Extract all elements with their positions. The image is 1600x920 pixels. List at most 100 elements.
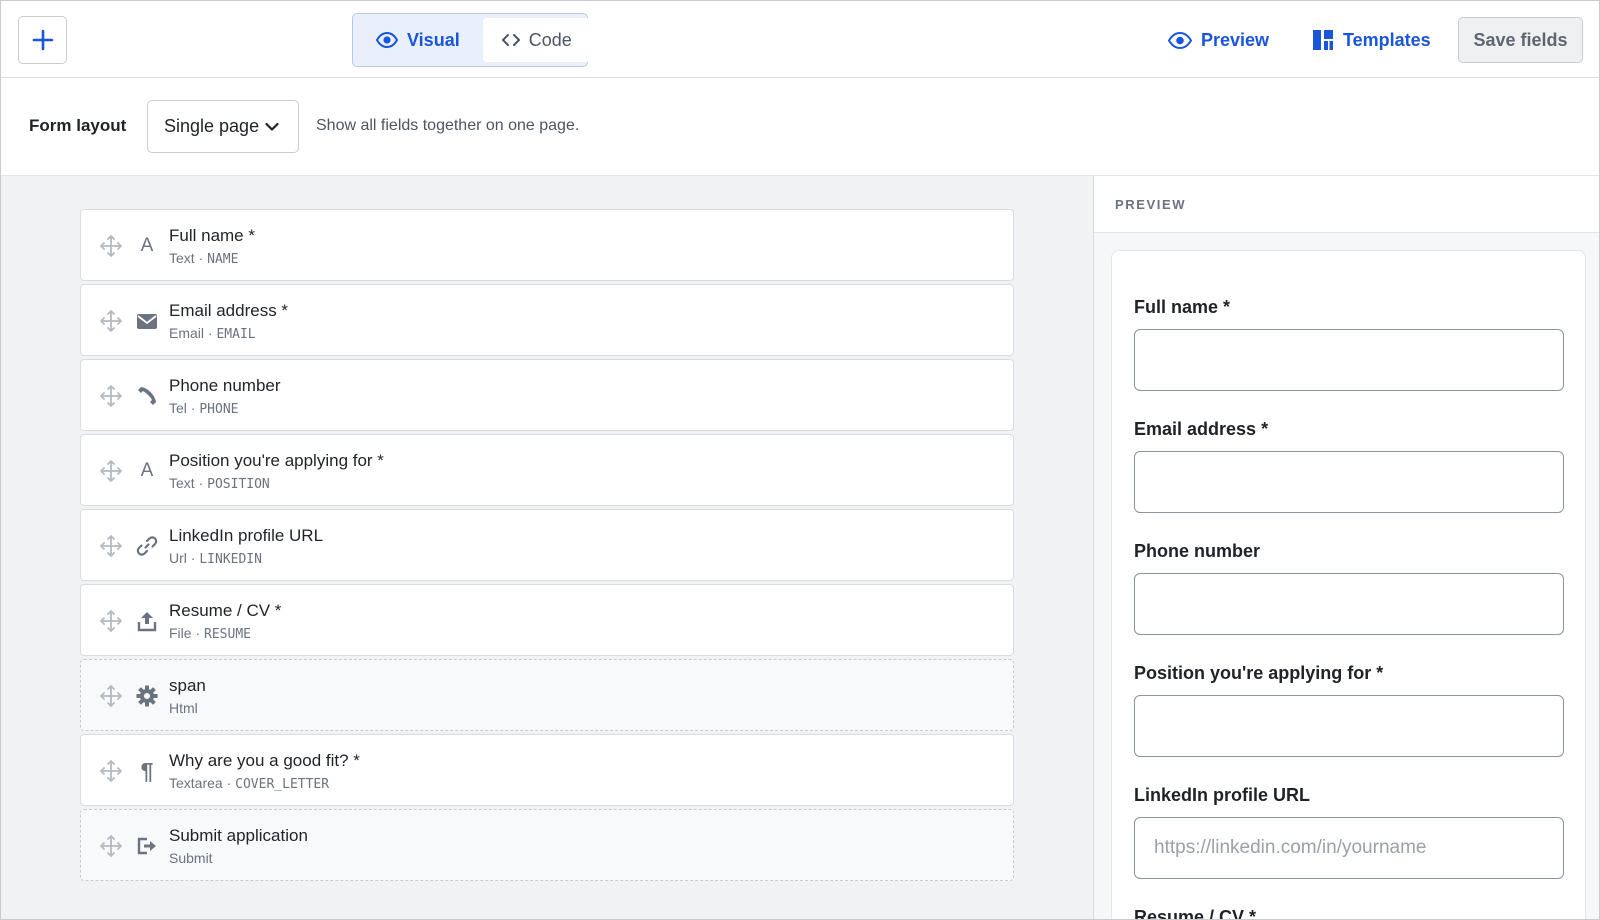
- field-row[interactable]: A Full name * Text · NAME: [80, 209, 1014, 281]
- field-title: Resume / CV *: [169, 601, 282, 620]
- mode-visual-button[interactable]: Visual: [357, 18, 479, 62]
- field-title: Phone number: [169, 376, 281, 395]
- add-field-button[interactable]: [18, 16, 67, 64]
- field-key: POSITION: [207, 477, 270, 492]
- text-icon: A: [140, 235, 154, 256]
- plus-icon: [32, 29, 53, 51]
- preview-position-input[interactable]: [1134, 695, 1564, 757]
- mode-visual-label: Visual: [407, 29, 460, 50]
- field-key: NAME: [207, 252, 239, 267]
- phone-icon: [135, 383, 159, 409]
- field-row[interactable]: span Html: [80, 659, 1014, 731]
- field-title: Why are you a good fit? *: [169, 751, 360, 770]
- editor-mode-toggle: Visual Code: [352, 13, 591, 67]
- linkedin-placeholder: https://linkedin.com/in/yourname: [1154, 837, 1427, 858]
- mode-code-button[interactable]: Code: [482, 18, 591, 62]
- field-type: Text: [169, 475, 195, 491]
- field-meta: Email · EMAIL: [169, 325, 256, 342]
- envelope-icon: [135, 308, 159, 334]
- paragraph-icon: ¶: [140, 757, 154, 784]
- field-key: EMAIL: [216, 327, 256, 342]
- preview-panel: PREVIEW Full name * Email address * Phon…: [1093, 176, 1599, 920]
- preview-heading: PREVIEW: [1115, 197, 1187, 212]
- form-layout-bar: Form layout Single page Show all fields …: [1, 78, 1599, 176]
- field-title: Full name *: [169, 226, 255, 245]
- eye-icon: [1168, 31, 1192, 49]
- preview-email-input[interactable]: [1134, 451, 1564, 513]
- mode-code-label: Code: [528, 29, 572, 50]
- field-key: LINKEDIN: [199, 552, 262, 567]
- preview-field-label: LinkedIn profile URL: [1134, 785, 1311, 805]
- field-meta: Url · LINKEDIN: [169, 550, 262, 567]
- field-type: Text: [169, 250, 195, 266]
- save-fields-button[interactable]: Save fields: [1458, 17, 1583, 63]
- field-row[interactable]: ¶ Why are you a good fit? * Textarea · C…: [80, 734, 1014, 806]
- field-meta: Textarea · COVER_LETTER: [169, 775, 330, 792]
- text-icon: A: [140, 460, 154, 481]
- chevron-down-icon: [265, 122, 279, 131]
- drag-handle-icon[interactable]: [99, 459, 123, 483]
- submit-icon: [135, 833, 159, 859]
- drag-handle-icon[interactable]: [99, 234, 123, 258]
- field-type: Email: [169, 325, 205, 341]
- field-row[interactable]: A Position you're applying for * Text · …: [80, 434, 1014, 506]
- field-key: COVER_LETTER: [235, 777, 330, 792]
- code-icon: [501, 34, 520, 46]
- drag-handle-icon[interactable]: [99, 759, 123, 783]
- field-type: Html: [169, 700, 198, 716]
- drag-handle-icon[interactable]: [99, 684, 123, 708]
- field-title: LinkedIn profile URL: [169, 526, 324, 545]
- form-layout-help: Show all fields together on one page.: [316, 117, 580, 134]
- field-title: Position you're applying for *: [169, 451, 384, 470]
- field-type: Tel: [169, 400, 187, 416]
- link-icon: [135, 533, 159, 559]
- preview-header: PREVIEW: [1094, 176, 1599, 233]
- preview-phone-input[interactable]: [1134, 573, 1564, 635]
- field-type: Submit: [169, 850, 213, 866]
- field-row[interactable]: LinkedIn profile URL Url · LINKEDIN: [80, 509, 1014, 581]
- gear-icon: [135, 683, 159, 709]
- field-key: RESUME: [204, 627, 251, 642]
- field-title: span: [169, 676, 206, 695]
- templates-grid-icon: [1313, 30, 1333, 50]
- preview-field-label: Resume / CV *: [1134, 907, 1257, 920]
- templates-button-label: Templates: [1343, 29, 1431, 50]
- field-row[interactable]: Submit application Submit: [80, 809, 1014, 881]
- form-layout-selected-value: Single page: [164, 116, 260, 136]
- templates-button[interactable]: Templates: [1312, 23, 1431, 57]
- preview-field-label: Phone number: [1134, 541, 1261, 561]
- preview-form-card: Full name * Email address * Phone number…: [1111, 250, 1586, 920]
- field-list-canvas: A Full name * Text · NAME Email address …: [1, 176, 1093, 919]
- preview-field-label: Position you're applying for *: [1134, 663, 1384, 683]
- upload-icon: [135, 608, 159, 634]
- field-title: Email address *: [169, 301, 289, 320]
- top-toolbar: Visual Code Preview Templates Save field…: [1, 1, 1599, 78]
- field-row[interactable]: Email address * Email · EMAIL: [80, 284, 1014, 356]
- drag-handle-icon[interactable]: [99, 384, 123, 408]
- eye-icon: [376, 32, 398, 48]
- drag-handle-icon[interactable]: [99, 834, 123, 858]
- field-meta: Text · POSITION: [169, 475, 270, 492]
- field-meta: Tel · PHONE: [169, 400, 239, 417]
- preview-button[interactable]: Preview: [1168, 23, 1269, 57]
- form-layout-label: Form layout: [29, 116, 127, 135]
- field-meta: File · RESUME: [169, 625, 251, 642]
- field-meta: Text · NAME: [169, 250, 239, 267]
- field-key: PHONE: [199, 402, 239, 417]
- preview-full-name-input[interactable]: [1134, 329, 1564, 391]
- field-meta: Submit: [169, 850, 213, 866]
- field-row[interactable]: Resume / CV * File · RESUME: [80, 584, 1014, 656]
- field-type: Url: [169, 550, 187, 566]
- field-meta: Html: [169, 700, 198, 716]
- preview-field-label: Full name *: [1134, 297, 1231, 317]
- drag-handle-icon[interactable]: [99, 309, 123, 333]
- field-type: File: [169, 625, 192, 641]
- preview-field-label: Email address *: [1134, 419, 1269, 439]
- preview-linkedin-input[interactable]: https://linkedin.com/in/yourname: [1134, 817, 1564, 879]
- drag-handle-icon[interactable]: [99, 534, 123, 558]
- drag-handle-icon[interactable]: [99, 609, 123, 633]
- field-type: Textarea: [169, 775, 223, 791]
- field-row[interactable]: Phone number Tel · PHONE: [80, 359, 1014, 431]
- field-title: Submit application: [169, 826, 308, 845]
- form-layout-select[interactable]: Single page: [147, 100, 299, 153]
